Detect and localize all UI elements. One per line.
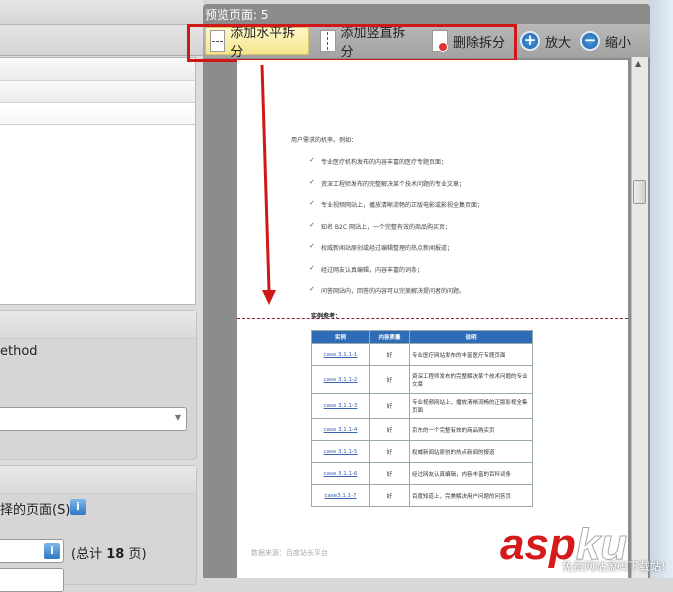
chevron-down-icon: ▼ — [174, 413, 181, 422]
table-row: case 3.1.1-6 好经过网友认真编辑，内容丰富的百科词条 — [311, 462, 533, 485]
selected-pages-label: 择的页面(S) — [0, 503, 71, 518]
case-link[interactable]: case 3.1.1-4 — [324, 427, 358, 433]
case-link[interactable]: case 3.1.1-6 — [324, 471, 358, 477]
left-toolbar — [0, 25, 203, 56]
info-icon[interactable]: i — [70, 499, 86, 515]
bullet-item: 权威新闻站原创或经过编辑整理的热点新闻报道； — [321, 245, 454, 252]
source-footer: 数据来源：百度站长平台 — [251, 549, 328, 557]
bullet-item: 经过网友认真编辑，内容丰富的词条； — [321, 266, 424, 274]
window-frame — [650, 0, 673, 578]
minus-icon: − — [580, 31, 600, 51]
check-icon: ✓ — [309, 263, 315, 272]
case-table: 实例 内容质量 说明 case 3.1.1-1 好专业医疗网站发布的丰富医疗专题页面 c… — [311, 330, 533, 507]
info-icon[interactable]: i — [44, 543, 60, 559]
table-row: case 3.1.1-2 好资深工程师发布的完整解决某个技术问题的专业文章 — [311, 365, 533, 394]
table-row: case 3.1.1-5 好权威新闻站原创的热点新闻的报道 — [311, 440, 533, 463]
total-pages: (总计 18 页) — [71, 547, 147, 562]
check-icon: ✓ — [309, 220, 315, 229]
vertical-scrollbar[interactable]: ▲ — [631, 57, 648, 578]
highlight-box — [187, 24, 517, 62]
watermark-tagline: 免费网站源码下载站! — [562, 560, 666, 573]
bullet-item: 资深工程师发布的完整解决某个技术问题的专业文章； — [321, 180, 466, 188]
doc-intro: 用户需求的机率。例如： — [291, 137, 358, 144]
check-icon: ✓ — [309, 242, 315, 250]
method-label: ethod — [0, 344, 38, 359]
case-link[interactable]: case 3.1.1-2 — [324, 377, 358, 383]
section-title: 实例参考： — [311, 313, 342, 320]
table-row: case 3.1.1-3 好专业视频网站上，播放清晰流畅的正版影视全集页面 — [311, 393, 533, 419]
check-icon: ✓ — [309, 285, 315, 293]
preview-title: 预览页面: 5 — [205, 8, 269, 22]
bullet-item: 知名 B2C 网站上，一个完整有效的商品购买页； — [321, 223, 451, 231]
case-link[interactable]: case 3.1.1-1 — [324, 352, 358, 358]
check-icon: ✓ — [309, 177, 315, 186]
zoom-out-button[interactable]: − 缩小 — [576, 27, 635, 55]
preview-page[interactable]: 用户需求的机率。例如： ✓ 专业医疗机构发布的内容丰富的医疗专题页面； ✓ 资深工程师… — [237, 60, 628, 578]
horizontal-split-line[interactable] — [237, 318, 628, 319]
case-link[interactable]: case3.1.1-7 — [324, 493, 356, 499]
table-row: case 3.1.1-4 好京东的一个完整有效的商品购买页 — [311, 418, 533, 441]
list-item[interactable] — [0, 81, 195, 103]
pages-panel: 择的页面(S) i i (总计 18 页) — [0, 465, 197, 592]
red-arrow — [260, 64, 276, 305]
case-link[interactable]: case 3.1.1-3 — [324, 403, 358, 409]
plus-icon: + — [520, 31, 540, 51]
table-row: case3.1.1-7 好百度知道上，完美解决用户问题的问答页 — [311, 484, 533, 507]
zoom-in-button[interactable]: + 放大 — [516, 27, 575, 55]
method-dropdown[interactable]: ▼ — [0, 407, 187, 431]
bullet-item: 问答网站内，回答的内容可以完美解决提问者的问题。 — [321, 288, 466, 295]
table-row: case 3.1.1-1 好专业医疗网站发布的丰富医疗专题页面 — [311, 343, 533, 366]
method-panel: ethod ▼ — [0, 310, 197, 460]
bullet-item: 专业视频网站上，播放清晰流畅的正版电影或影视全集页面； — [321, 202, 484, 209]
scrollbar-thumb[interactable] — [633, 180, 646, 204]
pages-input[interactable]: i — [0, 539, 64, 563]
left-panel: ethod ▼ 择的页面(S) i i (总计 18 页) — [0, 0, 203, 592]
case-link[interactable]: case 3.1.1-5 — [324, 449, 358, 455]
bullet-item: 专业医疗机构发布的内容丰富的医疗专题页面； — [321, 159, 448, 166]
list-header[interactable] — [0, 58, 195, 81]
file-list[interactable] — [0, 57, 196, 305]
scroll-up-icon[interactable]: ▲ — [635, 59, 641, 68]
list-item[interactable] — [0, 103, 195, 125]
left-top-bar — [0, 0, 203, 25]
check-icon: ✓ — [309, 199, 315, 207]
range-dropdown[interactable] — [0, 568, 64, 592]
check-icon: ✓ — [309, 156, 315, 164]
